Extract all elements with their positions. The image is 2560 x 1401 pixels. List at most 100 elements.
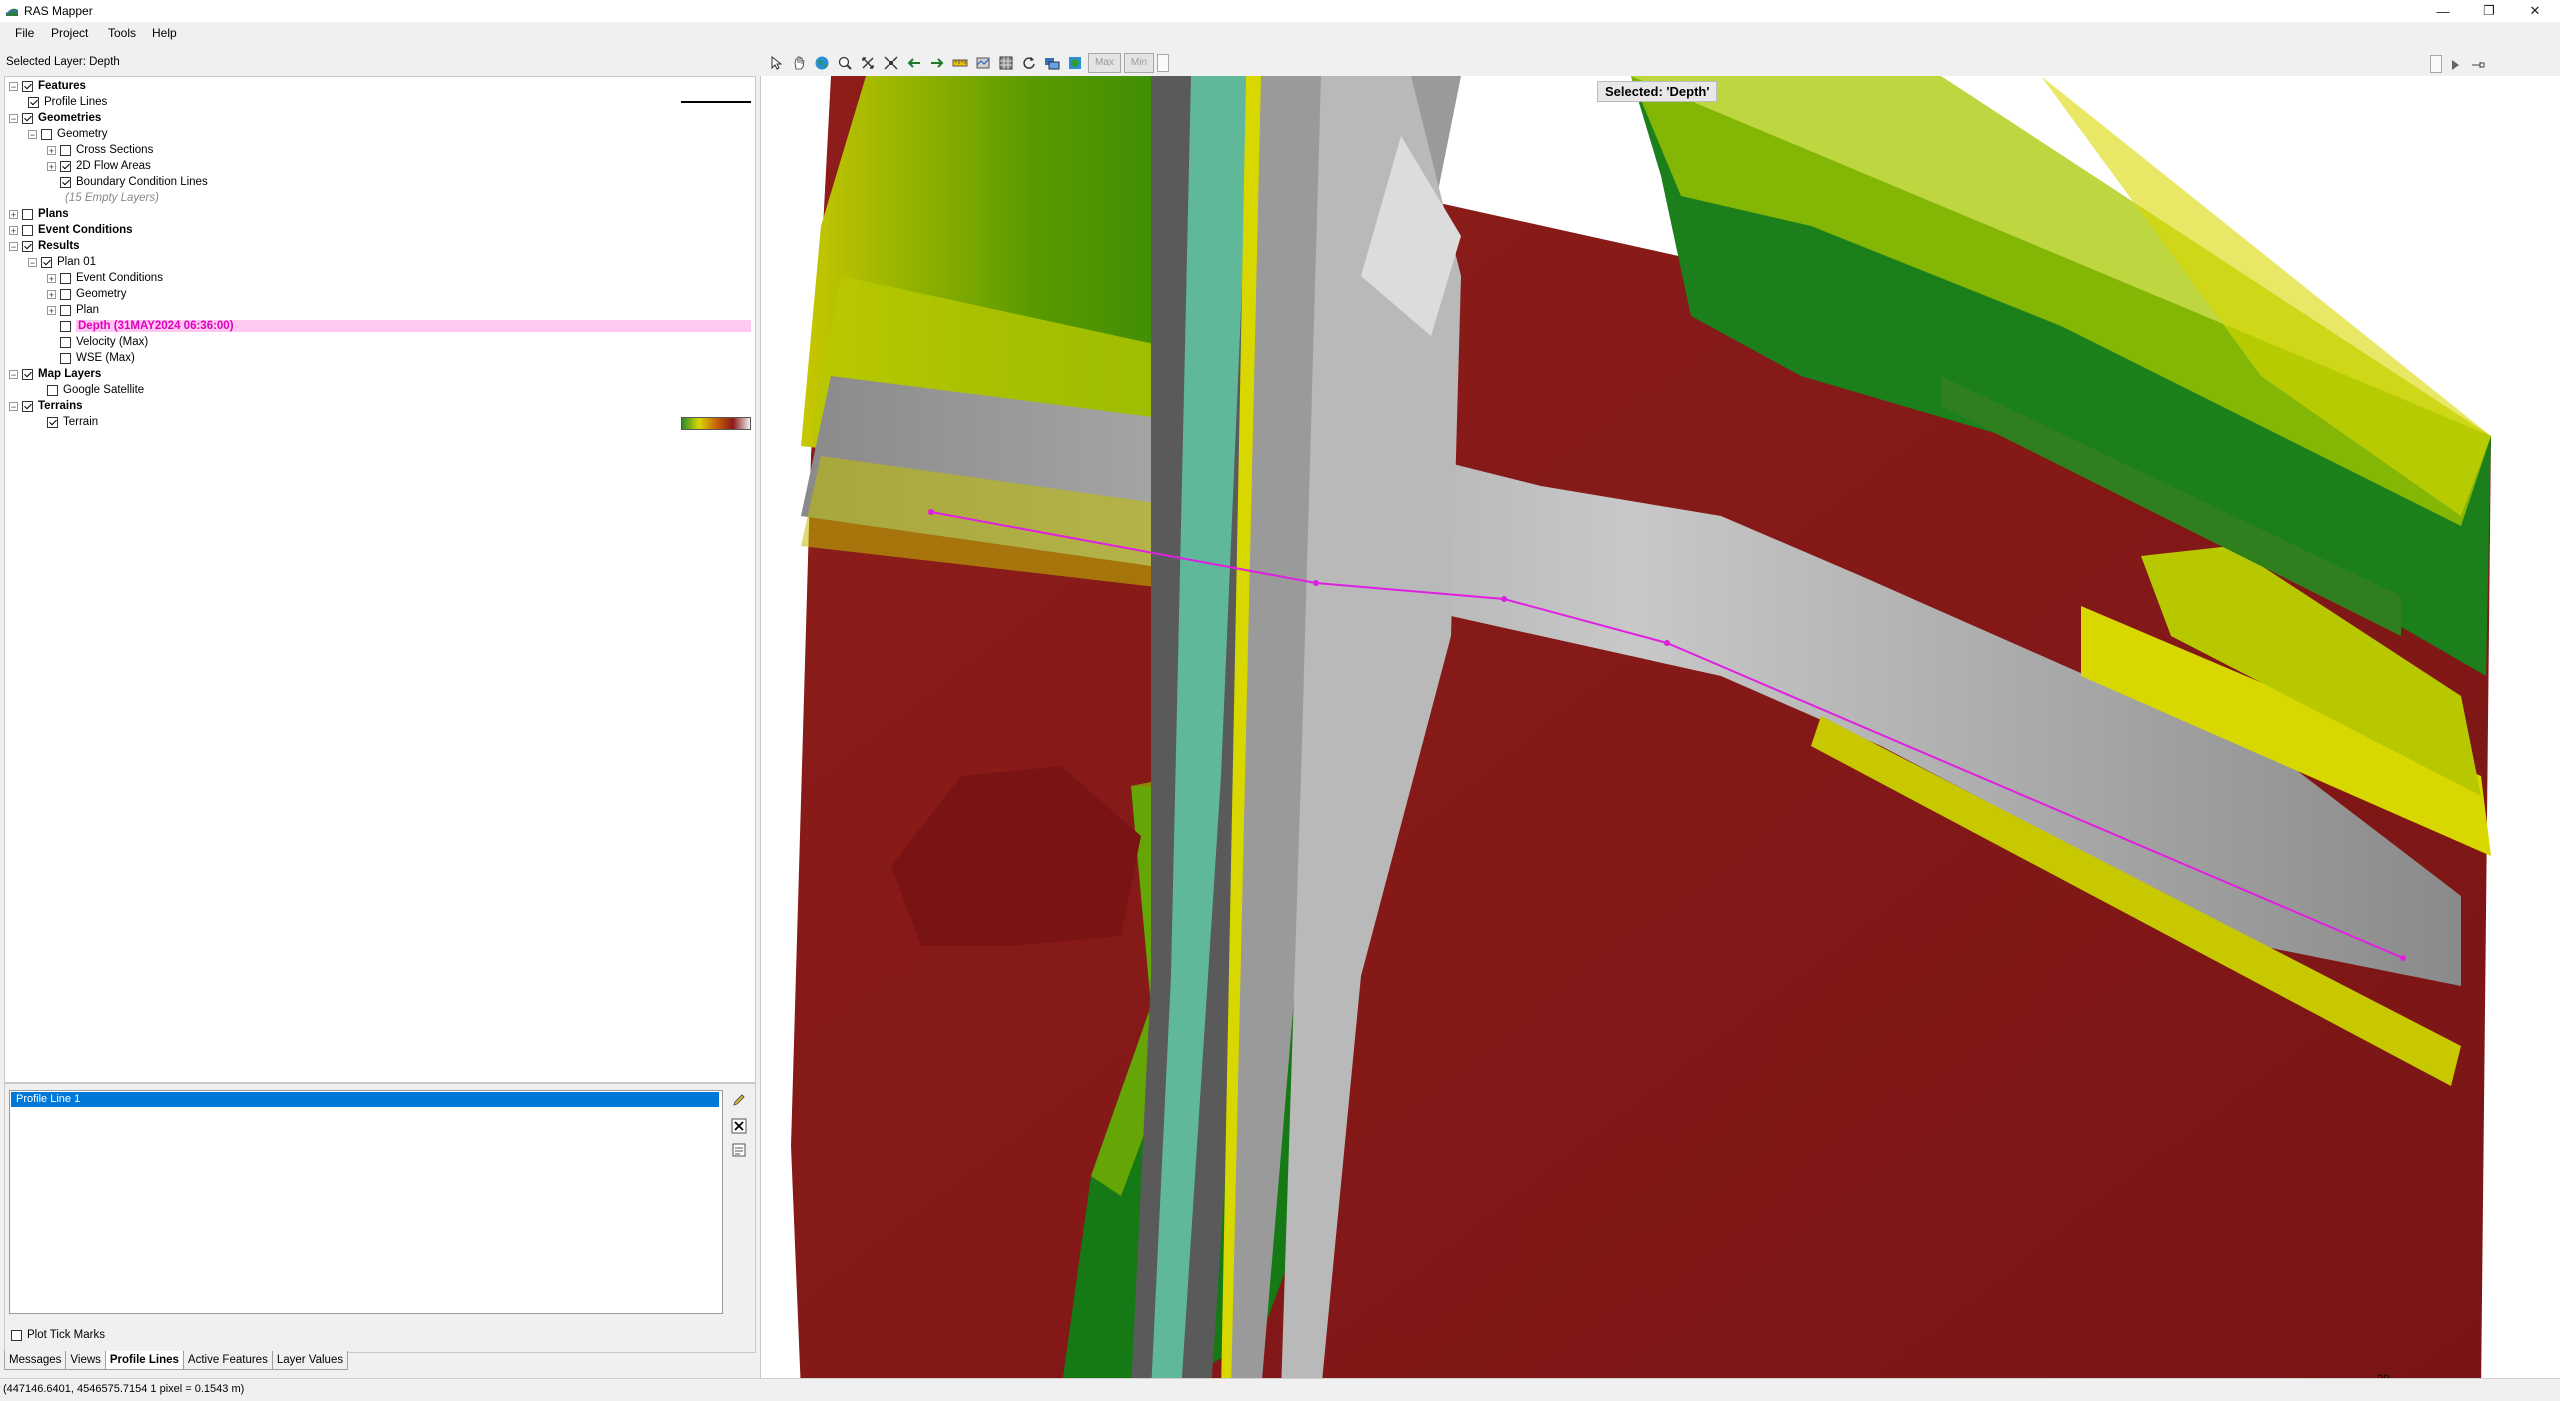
- min-button[interactable]: Min: [1123, 53, 1155, 73]
- expand-icon[interactable]: +: [47, 305, 56, 315]
- zoom-in-icon[interactable]: [835, 53, 855, 73]
- collapse-icon[interactable]: −: [9, 401, 18, 411]
- collapse-icon[interactable]: −: [28, 129, 37, 139]
- grid-icon[interactable]: [996, 53, 1016, 73]
- checkbox[interactable]: [60, 288, 71, 300]
- checkbox[interactable]: [41, 128, 52, 140]
- tree-node-wse-max[interactable]: WSE (Max): [47, 350, 135, 366]
- map-layers-icon[interactable]: [1042, 53, 1062, 73]
- checkbox[interactable]: [47, 416, 58, 428]
- tree-node-event-conditions[interactable]: + Event Conditions: [9, 222, 133, 238]
- time-slider-left[interactable]: [1157, 54, 1170, 72]
- globe-icon[interactable]: [812, 53, 832, 73]
- checkbox[interactable]: [41, 256, 52, 268]
- forward-arrow-icon[interactable]: [927, 53, 947, 73]
- pin-icon[interactable]: [2468, 55, 2488, 75]
- pan-icon[interactable]: [789, 53, 809, 73]
- checkbox[interactable]: [22, 368, 33, 380]
- map-canvas[interactable]: Selected: 'Depth' 20 m: [760, 76, 2560, 1392]
- tree-node-results[interactable]: − Results: [9, 238, 80, 254]
- tree-node-depth[interactable]: Depth (31MAY2024 06:36:00): [47, 318, 751, 334]
- tree-node-map-layers[interactable]: − Map Layers: [9, 366, 101, 382]
- collapse-icon[interactable]: −: [9, 369, 18, 379]
- play-icon[interactable]: [2445, 55, 2465, 75]
- max-button[interactable]: Max: [1088, 53, 1121, 73]
- expand-icon[interactable]: +: [47, 273, 56, 283]
- tree-node-geometry[interactable]: − Geometry: [28, 126, 108, 142]
- collapse-icon[interactable]: −: [9, 241, 18, 251]
- menu-file[interactable]: File: [13, 26, 36, 40]
- tab-active-features[interactable]: Active Features: [182, 1351, 273, 1370]
- properties-icon[interactable]: [729, 1140, 749, 1160]
- tree-node-terrain[interactable]: Terrain: [47, 414, 98, 430]
- refresh-icon[interactable]: [1019, 53, 1039, 73]
- checkbox[interactable]: [60, 304, 71, 316]
- checkbox[interactable]: [28, 96, 39, 108]
- tree-node-results-geometry[interactable]: + Geometry: [47, 286, 127, 302]
- collapse-icon[interactable]: −: [9, 113, 18, 123]
- checkbox[interactable]: [60, 160, 71, 172]
- zoom-out-icon[interactable]: [858, 53, 878, 73]
- checkbox[interactable]: [22, 80, 33, 92]
- tree-node-bc-lines[interactable]: Boundary Condition Lines: [47, 174, 208, 190]
- layer-icon[interactable]: [973, 53, 993, 73]
- measure-icon[interactable]: [950, 53, 970, 73]
- menu-help[interactable]: Help: [150, 26, 179, 40]
- delete-icon[interactable]: [729, 1116, 749, 1136]
- time-slider-right[interactable]: [2430, 55, 2442, 73]
- expand-icon[interactable]: +: [9, 209, 18, 219]
- expand-icon[interactable]: +: [9, 225, 18, 235]
- collapse-icon[interactable]: −: [28, 257, 37, 267]
- menu-project[interactable]: Project: [49, 26, 90, 40]
- tree-node-cross-sections[interactable]: + Cross Sections: [47, 142, 153, 158]
- tree-node-terrains[interactable]: − Terrains: [9, 398, 83, 414]
- tree-node-2d-flow-areas[interactable]: +2D Flow Areas: [47, 158, 151, 174]
- tree-node-plan-01[interactable]: − Plan 01: [28, 254, 96, 270]
- profile-line-item[interactable]: Profile Line 1: [11, 1092, 719, 1107]
- menu-tools[interactable]: Tools: [106, 26, 138, 40]
- tree-node-features[interactable]: − Features: [9, 78, 86, 94]
- checkbox[interactable]: [60, 144, 71, 156]
- tree-node-profile-lines[interactable]: Profile Lines: [28, 94, 107, 110]
- profile-line-list[interactable]: Profile Line 1: [9, 1090, 723, 1314]
- back-arrow-icon[interactable]: [904, 53, 924, 73]
- checkbox[interactable]: [22, 112, 33, 124]
- tab-views[interactable]: Views: [65, 1351, 106, 1370]
- expand-icon[interactable]: +: [47, 145, 56, 155]
- depth-map[interactable]: [761, 76, 2560, 1392]
- tree-node-results-plan[interactable]: + Plan: [47, 302, 99, 318]
- web-imagery-icon[interactable]: [1065, 53, 1085, 73]
- layer-tree: − Features Profile Lines − Geometries − Geo…: [4, 76, 756, 1083]
- tree-node-google-satellite[interactable]: Google Satellite: [47, 382, 144, 398]
- checkbox[interactable]: [22, 224, 33, 236]
- checkbox[interactable]: [22, 240, 33, 252]
- tree-node-geometries[interactable]: − Geometries: [9, 110, 101, 126]
- tree-node-plans[interactable]: + Plans: [9, 206, 69, 222]
- restore-button[interactable]: ❐: [2466, 0, 2512, 22]
- checkbox[interactable]: [60, 272, 71, 284]
- tab-layer-values[interactable]: Layer Values: [271, 1351, 349, 1370]
- checkbox[interactable]: [11, 1329, 22, 1341]
- checkbox[interactable]: [60, 336, 71, 348]
- collapse-icon[interactable]: −: [9, 81, 18, 91]
- checkbox[interactable]: [60, 176, 71, 188]
- tab-profile-lines[interactable]: Profile Lines: [104, 1351, 184, 1370]
- expand-icon[interactable]: +: [47, 161, 56, 171]
- checkbox[interactable]: [60, 352, 71, 364]
- tree-node-empty-layers[interactable]: (15 Empty Layers): [65, 190, 159, 206]
- checkbox[interactable]: [22, 208, 33, 220]
- pointer-icon[interactable]: [766, 53, 786, 73]
- minimize-button[interactable]: —: [2420, 0, 2466, 22]
- tree-node-velocity-max[interactable]: Velocity (Max): [47, 334, 148, 350]
- title-bar: RAS Mapper — ❐ ✕: [0, 0, 2560, 22]
- tree-node-results-event-conditions[interactable]: + Event Conditions: [47, 270, 163, 286]
- edit-pencil-icon[interactable]: [729, 1090, 749, 1110]
- tab-messages[interactable]: Messages: [4, 1351, 67, 1370]
- expand-icon[interactable]: +: [47, 289, 56, 299]
- plot-tick-marks-option[interactable]: Plot Tick Marks: [11, 1329, 105, 1341]
- checkbox[interactable]: [47, 384, 58, 396]
- full-extent-icon[interactable]: [881, 53, 901, 73]
- checkbox[interactable]: [22, 400, 33, 412]
- checkbox[interactable]: [60, 320, 71, 332]
- close-button[interactable]: ✕: [2512, 0, 2558, 22]
